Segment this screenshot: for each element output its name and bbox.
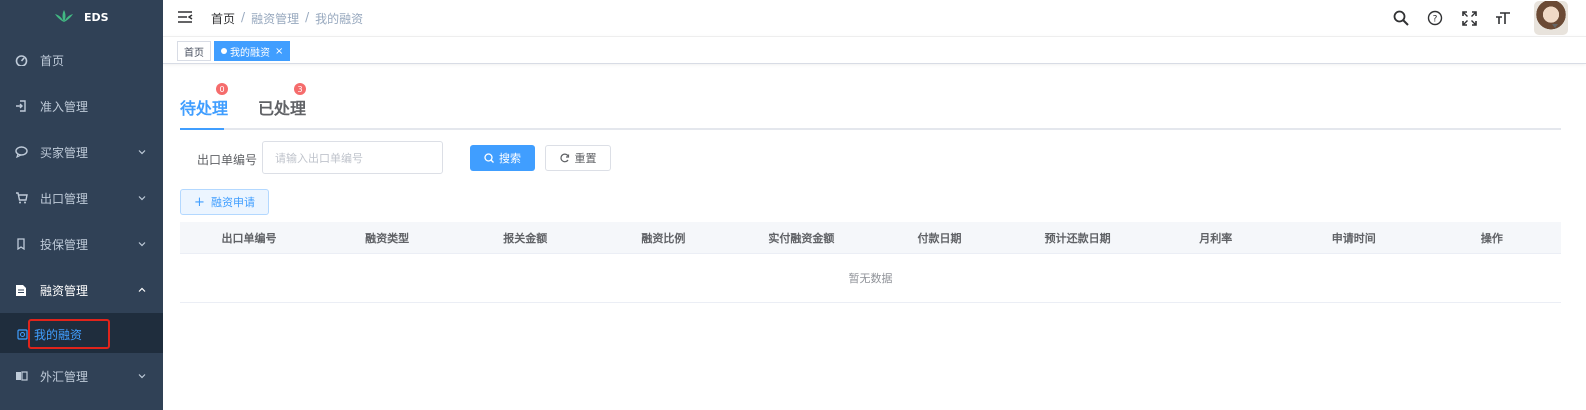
table-header: 出口单编号 融资类型 报关金额 融资比例 实付融资金额 付款日期 预计还款日期 …: [180, 222, 1561, 254]
shield-icon: [14, 237, 28, 251]
breadcrumb-home[interactable]: 首页: [211, 10, 235, 27]
exchange-icon: [14, 369, 28, 383]
sidebar-item-home[interactable]: 首页: [0, 37, 163, 83]
breadcrumb-financing: 融资管理: [251, 12, 300, 26]
count-badge: 0: [216, 83, 228, 95]
breadcrumb: 首页 / 融资管理 / 我的融资: [211, 10, 363, 27]
column-header: 操作: [1480, 231, 1503, 245]
sidebar-item-label: 首页: [40, 53, 65, 68]
sidebar-item-label: 出口管理: [40, 191, 89, 206]
column-header: 预计还款日期: [1044, 231, 1111, 245]
tag-home[interactable]: 首页: [177, 41, 211, 61]
sidebar-subitem-my-financing[interactable]: 我的融资: [16, 319, 110, 349]
tab-label: 已处理: [258, 99, 307, 118]
apply-financing-button[interactable]: + 融资申请: [180, 189, 269, 215]
sidebar-item-label: 投保管理: [40, 237, 89, 252]
column-header: 付款日期: [917, 231, 962, 245]
chevron-down-icon: [138, 242, 146, 247]
caret-down-icon[interactable]: [1552, 24, 1558, 28]
app-root: EDS 首页 准入管理 买家管理 出口管理 投保管理 融资管理 我的融资 外汇管…: [0, 0, 1586, 410]
export-no-label: 出口单编号: [197, 153, 258, 167]
sidebar-item-financing[interactable]: 融资管理: [0, 267, 163, 313]
cart-icon: [14, 191, 28, 205]
empty-state: 暂无数据: [180, 254, 1561, 303]
column-header: 融资比例: [641, 231, 686, 245]
breadcrumb-separator: /: [305, 10, 310, 24]
search-icon[interactable]: [1392, 9, 1410, 27]
column-header: 实付融资金额: [768, 231, 835, 245]
sidebar-item-buyers[interactable]: 买家管理: [0, 129, 163, 175]
tab-pending[interactable]: 待处理 0: [180, 83, 229, 119]
column-header: 月利率: [1199, 231, 1233, 245]
header-tools: ?: [1392, 0, 1586, 36]
financing-submenu: 我的融资: [0, 313, 163, 353]
svg-text:?: ?: [1433, 15, 1438, 25]
status-tabs: 待处理 0 已处理 3: [180, 81, 1561, 130]
sidebar-item-label: 融资管理: [40, 283, 89, 298]
close-icon[interactable]: ×: [275, 46, 283, 57]
login-icon: [14, 99, 28, 113]
search-icon: [484, 153, 494, 163]
sidebar-item-export[interactable]: 出口管理: [0, 175, 163, 221]
sidebar: EDS 首页 准入管理 买家管理 出口管理 投保管理 融资管理 我的融资 外汇管…: [0, 0, 163, 410]
sidebar-item-label: 准入管理: [40, 99, 89, 114]
logo-text: EDS: [84, 10, 109, 24]
main-content: 待处理 0 已处理 3 出口单编号 请输入出口单编号 搜索 重置 + 融资申请 …: [163, 65, 1586, 410]
logo[interactable]: EDS: [0, 0, 163, 34]
lotus-logo-icon: [54, 9, 74, 25]
reset-button[interactable]: 重置: [545, 145, 611, 171]
sidebar-item-access[interactable]: 准入管理: [0, 83, 163, 129]
sidebar-item-insurance[interactable]: 投保管理: [0, 221, 163, 267]
active-tab-indicator: [180, 128, 224, 130]
column-header: 申请时间: [1331, 231, 1376, 245]
column-header: 融资类型: [365, 231, 410, 245]
apply-financing-label: 融资申请: [210, 196, 255, 209]
column-header: 出口单编号: [221, 231, 277, 245]
reset-button-label: 重置: [574, 152, 597, 165]
avatar[interactable]: [1534, 1, 1568, 35]
export-no-input[interactable]: 请输入出口单编号: [262, 141, 443, 174]
finance-icon: [16, 328, 28, 340]
active-dot-icon: [221, 48, 227, 54]
column-header: 报关金额: [503, 231, 548, 245]
tab-processed[interactable]: 已处理 3: [258, 83, 307, 119]
document-icon: [14, 283, 28, 297]
refresh-icon: [559, 153, 569, 163]
input-placeholder: 请输入出口单编号: [275, 151, 363, 165]
tab-label: 待处理: [180, 99, 229, 118]
fullscreen-icon[interactable]: [1460, 9, 1478, 27]
tag-my-financing[interactable]: 我的融资 ×: [214, 41, 291, 61]
sidebar-item-forex[interactable]: 外汇管理: [0, 353, 163, 399]
font-size-icon[interactable]: [1494, 9, 1512, 27]
count-badge: 3: [294, 83, 306, 95]
search-button-label: 搜索: [499, 152, 521, 165]
financing-table: 出口单编号 融资类型 报关金额 融资比例 实付融资金额 付款日期 预计还款日期 …: [180, 222, 1561, 303]
help-icon[interactable]: ?: [1426, 9, 1444, 27]
sidebar-subitem-label: 我的融资: [34, 327, 83, 342]
dashboard-icon: [14, 53, 28, 67]
chevron-down-icon: [138, 374, 146, 379]
chevron-down-icon: [138, 150, 146, 155]
chevron-up-icon: [138, 287, 146, 292]
chat-icon: [14, 145, 28, 159]
hamburger-icon[interactable]: [177, 10, 193, 24]
tag-label: 首页: [184, 47, 204, 59]
tag-label: 我的融资: [230, 47, 270, 59]
breadcrumb-separator: /: [241, 10, 246, 24]
sidebar-item-label: 外汇管理: [40, 369, 89, 384]
search-button[interactable]: 搜索: [470, 145, 535, 171]
breadcrumb-my-financing: 我的融资: [315, 12, 364, 26]
plus-icon: +: [194, 194, 205, 210]
sidebar-item-label: 买家管理: [40, 145, 89, 160]
tags-view: 首页 我的融资 ×: [163, 36, 1586, 64]
chevron-down-icon: [138, 196, 146, 201]
navbar: 首页 / 融资管理 / 我的融资 ?: [163, 0, 1586, 36]
